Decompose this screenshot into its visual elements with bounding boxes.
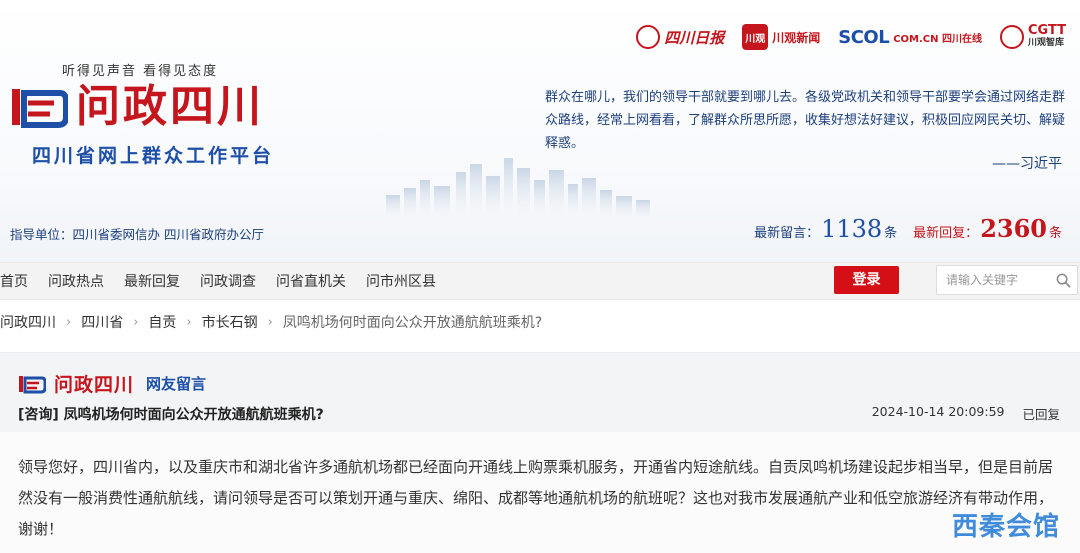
partner-scol[interactable]: SCOL COM.CN 四川在线 xyxy=(838,27,982,48)
chevron-right-icon: › xyxy=(133,314,139,330)
partner-sichuan-daily[interactable]: 四川日报 xyxy=(636,25,724,49)
post-body: 领导您好，四川省内，以及重庆市和湖北省许多通航机场都已经面向开通线上购票乘机服务… xyxy=(18,458,1054,538)
nav-item-surveys[interactable]: 问政调查 xyxy=(190,263,266,301)
cgtt-logo-icon xyxy=(999,25,1024,49)
post-card: 问政四川 网友留言 [咨询] 凤鸣机场何时面向公众开放通航航班乘机? 2024-… xyxy=(0,352,1080,553)
search-input[interactable] xyxy=(937,266,1047,294)
site-header: 四川日报 川观 川观新闻 SCOL COM.CN 四川在线 CGTT 川观智库 … xyxy=(0,0,1080,262)
partner-name: SCOL xyxy=(838,26,890,48)
chevron-right-icon: › xyxy=(267,314,273,330)
logo-title: 问政四川 xyxy=(76,81,264,132)
post-brand: 问政四川 网友留言 xyxy=(18,370,206,397)
post-header: 问政四川 网友留言 [咨询] 凤鸣机场何时面向公众开放通航航班乘机? 2024-… xyxy=(0,352,1080,432)
login-button[interactable]: 登录 xyxy=(834,266,899,294)
leader-quote: 群众在哪儿，我们的领导干部就要到哪儿去。各级党政机关和领导干部要学会通过网络走群… xyxy=(545,90,1066,151)
chuanguan-logo-icon: 川观 xyxy=(742,24,769,50)
sichuan-daily-logo-icon xyxy=(636,25,661,49)
main-nav: 首页 问政热点 最新回复 问政调查 问省直机关 问市州区县 登录 xyxy=(0,262,1080,300)
nav-item-hot-topics[interactable]: 问政热点 xyxy=(38,263,114,301)
breadcrumb-current: 凤鸣机场何时面向公众开放通航航班乘机? xyxy=(282,315,543,331)
partner-logos: 四川日报 川观 川观新闻 SCOL COM.CN 四川在线 CGTT 川观智库 xyxy=(636,24,1066,50)
partner-sub: 川观智库 xyxy=(1027,38,1064,48)
wenzheng-logo-icon xyxy=(12,89,68,128)
partner-name: CGTT xyxy=(1027,23,1066,38)
chevron-right-icon: › xyxy=(66,314,72,330)
latest-message-count: 1138 xyxy=(821,215,883,243)
chevron-right-icon: › xyxy=(186,314,192,330)
latest-message-stat[interactable]: 最新留言：1138 条 xyxy=(754,215,897,243)
site-stats: 最新留言：1138 条 最新回复：2360 条 xyxy=(754,214,1062,243)
platform-name: 四川省网上群众工作平台 xyxy=(32,145,275,167)
latest-message-label: 最新留言： xyxy=(754,226,820,241)
nav-item-latest-replies[interactable]: 最新回复 xyxy=(114,263,190,301)
latest-message-unit: 条 xyxy=(884,226,898,241)
breadcrumb-item[interactable]: 市长石钢 xyxy=(202,312,258,332)
guidance-units: 指导单位：四川省委网信办 四川省政府办公厅 xyxy=(10,227,264,242)
partner-name: 川观新闻 xyxy=(772,30,821,45)
latest-reply-stat[interactable]: 最新回复：2360 条 xyxy=(913,214,1062,243)
post-title: [咨询] 凤鸣机场何时面向公众开放通航航班乘机? xyxy=(18,407,324,423)
nav-item-cities-counties[interactable]: 问市州区县 xyxy=(356,263,446,301)
latest-reply-count: 2360 xyxy=(980,214,1047,243)
breadcrumb: 问政四川 › 四川省 › 自贡 › 市长石钢 › 凤鸣机场何时面向公众开放通航航… xyxy=(0,312,542,332)
post-brand-sub: 网友留言 xyxy=(146,375,207,393)
partner-cgtt[interactable]: CGTT 川观智库 xyxy=(999,23,1066,49)
partner-chuanguan[interactable]: 川观 川观新闻 xyxy=(742,24,820,50)
wenzheng-logo-icon xyxy=(19,375,46,393)
post-brand-title: 问政四川 xyxy=(54,374,135,396)
latest-reply-unit: 条 xyxy=(1048,226,1062,241)
city-skyline-image xyxy=(386,158,650,220)
nav-item-provincial-agencies[interactable]: 问省直机关 xyxy=(266,263,356,301)
site-slogan: 听得见声音 看得见态度 xyxy=(62,64,219,79)
site-logo[interactable]: 问政四川 xyxy=(10,83,264,131)
breadcrumb-item[interactable]: 自贡 xyxy=(148,312,176,332)
search-icon[interactable] xyxy=(1056,273,1071,288)
search-box xyxy=(936,265,1078,295)
quote-author: ——习近平 xyxy=(992,156,1062,172)
post-status: 已回复 xyxy=(1022,407,1060,422)
latest-reply-label: 最新回复： xyxy=(913,226,979,241)
post-meta: 2024-10-14 20:09:59 已回复 xyxy=(872,404,1060,423)
breadcrumb-item[interactable]: 四川省 xyxy=(81,312,123,332)
partner-sub: COM.CN 四川在线 xyxy=(893,33,982,45)
partner-name: 四川日报 xyxy=(664,28,725,47)
nav-item-home[interactable]: 首页 xyxy=(0,263,38,301)
breadcrumb-item[interactable]: 问政四川 xyxy=(0,312,56,332)
post-datetime: 2024-10-14 20:09:59 xyxy=(871,404,1005,419)
watermark-logo: 西秦会馆 xyxy=(951,512,1060,542)
nav-items: 首页 问政热点 最新回复 问政调查 问省直机关 问市州区县 xyxy=(0,263,446,301)
